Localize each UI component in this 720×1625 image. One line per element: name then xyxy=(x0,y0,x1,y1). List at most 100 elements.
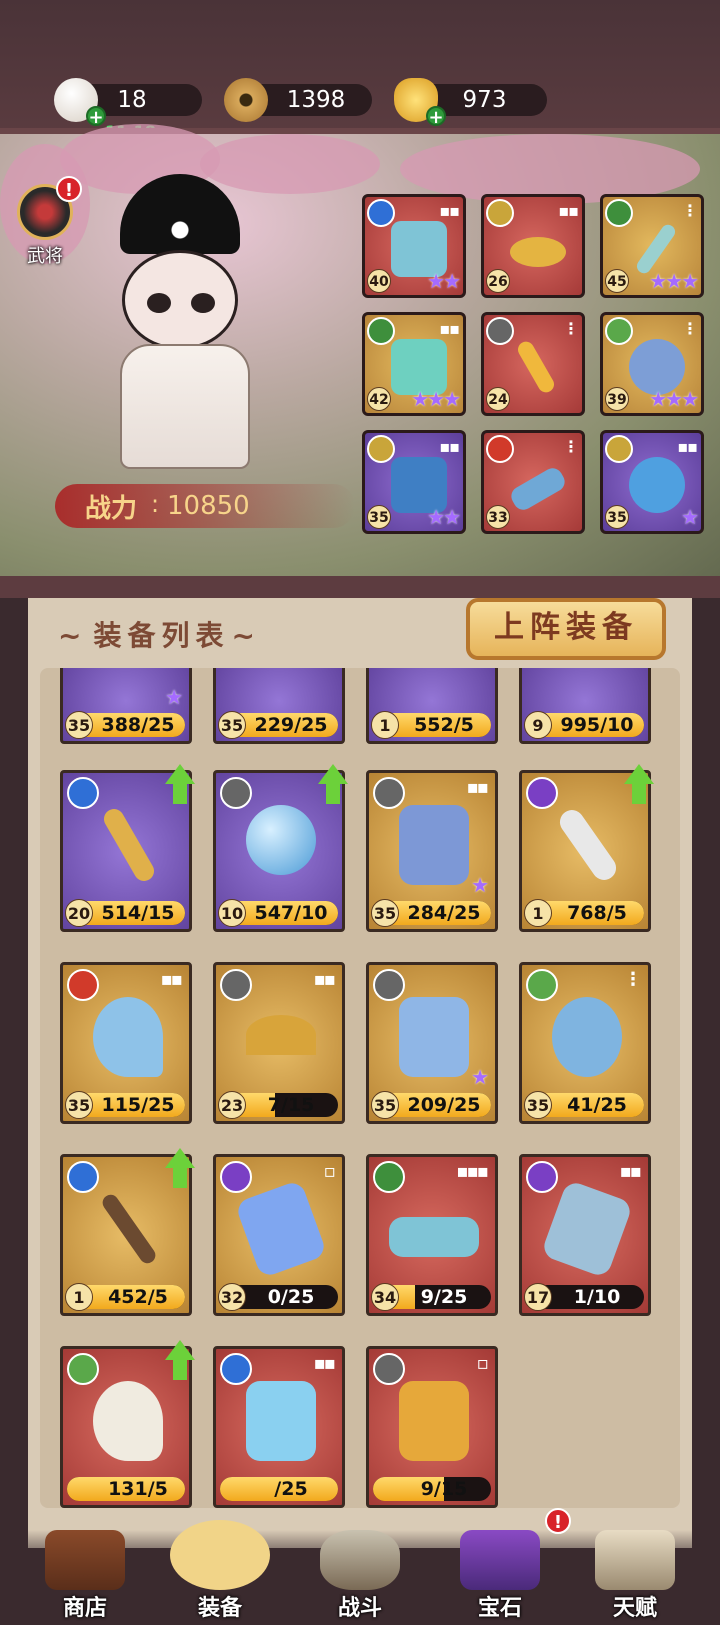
nav-gems[interactable]: 宝石 ! xyxy=(435,1508,571,1625)
progress-text: 41/25 xyxy=(567,1094,627,1116)
coin-value: 1398 xyxy=(286,87,346,113)
stamina-value: 18 xyxy=(117,87,147,113)
lightning-element-icon xyxy=(526,777,558,809)
equip-level: 39 xyxy=(605,387,629,411)
wind-element-icon xyxy=(526,969,558,1001)
equipment-level: 35 xyxy=(524,1091,552,1119)
equipment-card[interactable]: ▫ 0/25 32 xyxy=(213,1154,345,1316)
slot-icon: ▪▪▪ xyxy=(456,1161,489,1182)
sabre-icon xyxy=(515,338,557,396)
hero-button[interactable]: 武将 ! xyxy=(12,176,82,267)
frost-element-icon xyxy=(367,199,395,227)
equipped-slot-6[interactable]: ⋮ 39 ★★★ xyxy=(600,312,704,416)
equipment-list-title: 装备列表 xyxy=(58,614,261,654)
equipment-list-panel: 装备列表 上阵装备 ★ 388/25 35 229/25 35 552/5 1 … xyxy=(22,598,698,1548)
equip-level: 45 xyxy=(605,269,629,293)
deploy-equipment-button[interactable]: 上阵装备 xyxy=(466,598,666,660)
sword-element-icon xyxy=(486,317,514,345)
slot-icon: ▪▪ xyxy=(313,1353,336,1374)
ingot-value: 973 xyxy=(462,87,507,113)
equipment-card[interactable]: 552/5 1 xyxy=(366,668,498,744)
equipped-slot-9[interactable]: ▪▪ 35 ★ xyxy=(600,430,704,534)
progress-text: 229/25 xyxy=(254,714,328,736)
equipment-card[interactable]: ▪▪ ★ 284/25 35 xyxy=(366,770,498,932)
feather-fan-icon xyxy=(93,1381,163,1461)
equipment-card[interactable]: 995/10 9 xyxy=(519,668,651,744)
scroll-icon xyxy=(234,1179,328,1279)
slot-icon: ▫ xyxy=(476,1353,489,1374)
power-label: 战力 xyxy=(85,494,138,524)
crossed-swords-icon xyxy=(170,1520,270,1590)
coin-counter[interactable]: 1398 xyxy=(224,78,372,122)
stamina-counter[interactable]: + 18 xyxy=(54,78,202,128)
equipment-card[interactable]: ▪▪▪ 9/25 34 xyxy=(366,1154,498,1316)
progress-text: 995/10 xyxy=(560,714,634,736)
nav-talent[interactable]: 天赋 xyxy=(570,1530,700,1625)
equipped-slot-1[interactable]: ▪▪ 40 ★★ xyxy=(362,194,466,298)
slot-icon: ▪▪ xyxy=(439,437,460,456)
phoenix-crown xyxy=(120,174,240,254)
hero-button-label: 武将 xyxy=(27,246,63,267)
equipped-slot-2[interactable]: ▪▪ 26 xyxy=(481,194,585,298)
flute-icon xyxy=(99,1191,159,1267)
coin-icon xyxy=(224,78,268,122)
lightning-element-icon xyxy=(220,1161,252,1193)
equipment-card[interactable]: ★ 388/25 35 xyxy=(60,668,192,744)
nav-shop[interactable]: 商店 xyxy=(20,1530,150,1625)
target-element-icon xyxy=(605,435,633,463)
hero-character[interactable] xyxy=(100,174,280,474)
slot-icon: ⋮ xyxy=(682,319,698,338)
slot-icon: ▪▪ xyxy=(677,437,698,456)
scroll-case-icon xyxy=(540,1179,634,1279)
slot-icon: ▪▪ xyxy=(160,969,183,990)
progress-text: 284/25 xyxy=(407,902,481,924)
fire-element-icon xyxy=(67,969,99,1001)
equip-stars: ★★★ xyxy=(649,387,699,411)
equipment-card[interactable]: ▪▪ 1/10 17 xyxy=(519,1154,651,1316)
equipped-slot-3[interactable]: ⋮ 45 ★★★ xyxy=(600,194,704,298)
progress-bar: 9/15 xyxy=(373,1477,491,1501)
golden-gauntlet-icon xyxy=(399,1381,469,1461)
equipped-slot-5[interactable]: ⋮ 24 xyxy=(481,312,585,416)
equipment-card[interactable]: ▫ 9/15 xyxy=(366,1346,498,1508)
progress-text: 552/5 xyxy=(414,714,474,736)
equipment-list[interactable]: ★ 388/25 35 229/25 35 552/5 1 995/10 9 5… xyxy=(40,668,680,1508)
equipped-slot-8[interactable]: ⋮ 33 xyxy=(481,430,585,534)
wind-element-icon xyxy=(67,1353,99,1385)
pearl-icon xyxy=(246,805,316,875)
equipment-card[interactable]: ▪▪ 7/15 23 xyxy=(213,962,345,1124)
add-ingot-button[interactable]: + xyxy=(426,106,446,128)
nav-gems-label: 宝石 xyxy=(477,1596,522,1621)
hero-robe xyxy=(120,344,250,469)
equipment-card[interactable]: ⋮ 41/25 35 xyxy=(519,962,651,1124)
shop-icon xyxy=(45,1530,125,1590)
add-stamina-button[interactable]: + xyxy=(86,106,106,128)
slot-icon: ▪▪ xyxy=(558,201,579,220)
hero-eye xyxy=(191,293,215,313)
power-banner: 战力 : 10850 xyxy=(55,484,355,528)
nav-equipment-label: 装备 xyxy=(197,1596,242,1621)
equipment-level: 17 xyxy=(524,1283,552,1311)
fire-element-icon xyxy=(486,435,514,463)
equipment-card[interactable]: ▪▪ 115/25 35 xyxy=(60,962,192,1124)
nav-battle[interactable]: 战斗 xyxy=(295,1530,425,1625)
equipment-card[interactable]: 229/25 35 xyxy=(213,668,345,744)
equip-stars: ★★ xyxy=(427,269,461,293)
equipment-card[interactable]: ★ 209/25 35 xyxy=(366,962,498,1124)
equipped-slot-4[interactable]: ▪▪ 42 ★★★ xyxy=(362,312,466,416)
slot-icon: ▫ xyxy=(323,1161,336,1182)
progress-text: 388/25 xyxy=(101,714,175,736)
ingot-counter[interactable]: + 973 xyxy=(394,78,547,128)
equip-level: 33 xyxy=(486,505,510,529)
frost-element-icon xyxy=(67,777,99,809)
progress-bar: /25 xyxy=(220,1477,338,1501)
hero-face xyxy=(122,250,238,350)
equipment-level: 35 xyxy=(65,711,93,739)
slot-icon: ▪▪ xyxy=(439,319,460,338)
nav-shop-label: 商店 xyxy=(62,1596,107,1621)
equipment-level: 23 xyxy=(218,1091,246,1119)
nav-equipment[interactable]: 装备 xyxy=(155,1520,285,1625)
equipped-slot-7[interactable]: ▪▪ 35 ★★ xyxy=(362,430,466,534)
equipment-card[interactable]: ▪▪ /25 xyxy=(213,1346,345,1508)
equipment-level: 10 xyxy=(218,899,246,927)
